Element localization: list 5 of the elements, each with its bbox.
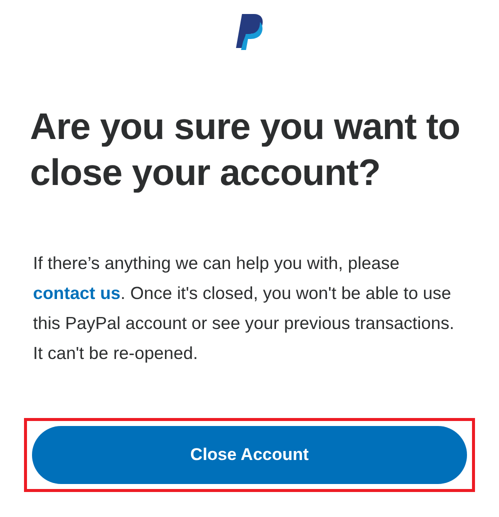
- message-paragraph: If there’s anything we can help you with, please contact us. Once it's closed, you won't be able to use this PayPal account or see your previous transactions. It can't be re-opened.: [33, 252, 456, 365]
- close-account-button[interactable]: Close Account: [32, 426, 467, 484]
- heading: Are you sure you want to close your account?: [30, 105, 462, 195]
- contact-link[interactable]: contact us: [33, 283, 121, 303]
- logo-icon: [234, 14, 266, 50]
